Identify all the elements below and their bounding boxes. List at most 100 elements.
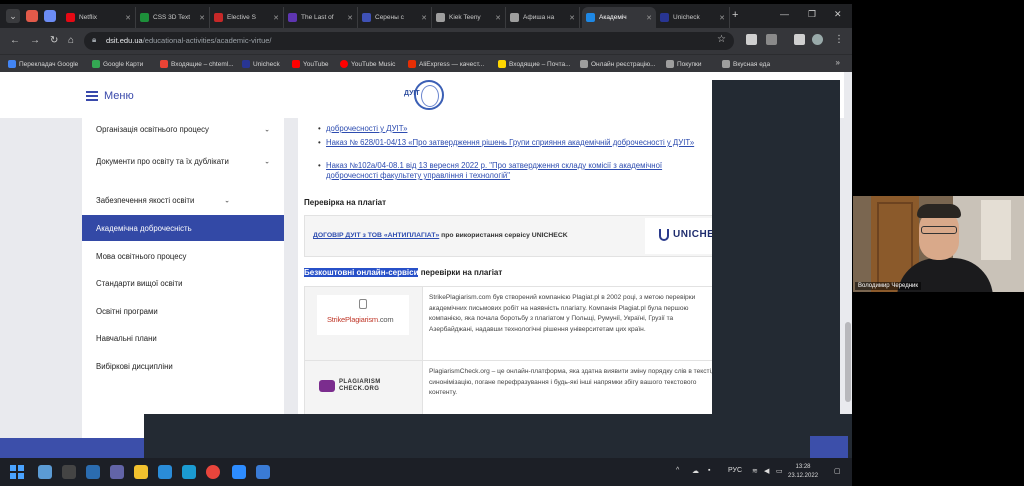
app-tray-icon[interactable]: ▪ <box>708 467 710 474</box>
bookmark[interactable]: Unicheck <box>242 58 280 70</box>
tab[interactable]: Афиша на ✕ <box>506 7 580 28</box>
tab-search-icon[interactable]: ⌄ <box>6 9 20 23</box>
contract-link[interactable]: ДОГОВІР ДУІТ з ТОВ «АНТИПЛАГІАТ» <box>313 232 439 239</box>
chrome-icon[interactable] <box>206 465 220 479</box>
tab[interactable]: Netflix ✕ <box>62 7 136 28</box>
task-view-icon[interactable] <box>62 465 76 479</box>
webcam-video: Володимир Чередник <box>853 196 1024 292</box>
unicheck-logo[interactable]: UNICHECK <box>645 218 712 254</box>
page-scrollbar[interactable] <box>844 72 852 458</box>
close-icon[interactable]: ✕ <box>273 14 279 22</box>
tab[interactable]: The Last of ✕ <box>284 7 358 28</box>
skype-icon[interactable] <box>182 465 196 479</box>
service-description: StrikePlagiarism.com був створений компа… <box>429 294 696 333</box>
plagiarismcheck-logo[interactable]: PLAGIARISM CHECK.ORG <box>319 379 381 393</box>
app-icon[interactable] <box>38 465 52 479</box>
bookmark[interactable]: YouTube <box>292 58 329 70</box>
sidebar-item-programs[interactable]: Освітні програми <box>82 306 284 317</box>
app-icon[interactable] <box>86 465 100 479</box>
bookmark[interactable]: Вкусная еда <box>722 58 770 70</box>
profile-avatar[interactable] <box>812 34 823 45</box>
volume-icon[interactable]: ◀ <box>764 467 769 475</box>
windows-start-icon[interactable] <box>10 465 24 479</box>
clock[interactable]: 13:28 23.12.2022 <box>788 463 818 481</box>
sidebar-item-organization[interactable]: Організація освітнього процесу ⌄ <box>82 124 284 135</box>
kebab-menu-icon[interactable]: ⋮ <box>834 34 844 45</box>
blue-strip <box>0 438 144 458</box>
screen: ⌄ Netflix ✕ CSS 3D Text ✕ Elective S ✕ The … <box>0 0 1024 486</box>
strikeplagiarism-logo[interactable]: StrikePlagiarism.com <box>317 295 409 335</box>
bookmark[interactable]: AliExpress — качест... <box>408 58 484 70</box>
menu-button[interactable]: Меню <box>104 90 134 102</box>
sidebar-item-academic-integrity[interactable]: Академічна доброчесність <box>82 215 284 241</box>
tab-bar: ⌄ Netflix ✕ CSS 3D Text ✕ Elective S ✕ The … <box>0 4 852 28</box>
restore-icon[interactable]: ❐ <box>808 9 816 20</box>
close-icon[interactable]: ✕ <box>125 14 131 22</box>
extension-icon[interactable] <box>766 34 777 45</box>
extension-icon[interactable] <box>746 34 757 45</box>
sidebar-item-quality[interactable]: Забезпечення якості освіти ⌄ <box>82 195 284 206</box>
close-icon[interactable]: ✕ <box>646 14 652 22</box>
battery-icon[interactable]: ▭ <box>776 467 783 475</box>
scrollbar-thumb[interactable] <box>845 322 851 402</box>
chevron-up-icon[interactable]: ^ <box>676 467 679 474</box>
tab[interactable]: Unicheck ✕ <box>656 7 730 28</box>
minimize-icon[interactable]: — <box>780 9 789 19</box>
bookmark-icon <box>242 60 250 68</box>
sidebar-item-language[interactable]: Мова освітнього процесу <box>82 251 284 262</box>
bookmark[interactable]: Входящие – Почта... <box>498 58 571 70</box>
home-icon[interactable]: ⌂ <box>68 35 74 46</box>
pinned-tab-icon[interactable] <box>26 10 38 22</box>
notification-icon[interactable]: ▢ <box>834 467 841 475</box>
close-window-icon[interactable]: ✕ <box>834 9 842 20</box>
bookmark[interactable]: Перекладач Google <box>8 58 78 70</box>
bookmarks-more-button[interactable]: » <box>836 58 840 67</box>
netflix-icon <box>66 13 75 22</box>
bookmark[interactable]: Покупки <box>666 58 701 70</box>
document-link[interactable]: Наказ № 628/01-04/13 «Про затвердження р… <box>318 138 712 148</box>
close-icon[interactable]: ✕ <box>495 14 501 22</box>
reload-icon[interactable]: ↻ <box>50 35 58 46</box>
tab[interactable]: Kiek Teeny ✕ <box>432 7 506 28</box>
forward-icon[interactable]: → <box>30 35 40 46</box>
tab-favicon-icon <box>586 13 595 22</box>
tab[interactable]: Серены с ✕ <box>358 7 432 28</box>
teams-icon[interactable] <box>110 465 124 479</box>
cloud-icon[interactable]: ☁ <box>692 467 699 475</box>
app-icon[interactable] <box>256 465 270 479</box>
bookmark-star-icon[interactable]: ☆ <box>717 34 726 45</box>
pinned-tab-icon[interactable] <box>44 10 56 22</box>
sidebar-item-electives[interactable]: Вибіркові дисципліни <box>82 361 284 372</box>
tab-active[interactable]: Академіч ✕ <box>582 7 656 28</box>
tab[interactable]: CSS 3D Text ✕ <box>136 7 210 28</box>
new-tab-button[interactable]: + <box>732 9 738 21</box>
close-icon[interactable]: ✕ <box>347 14 353 22</box>
sidebar-item-standards[interactable]: Стандарти вищої освіти <box>82 278 284 289</box>
bookmark[interactable]: YouTube Music <box>340 58 395 70</box>
zoom-icon[interactable] <box>232 465 246 479</box>
wifi-icon[interactable]: ≋ <box>752 467 758 475</box>
bookmarks-bar: Перекладач Google Google Карти Входящие … <box>0 54 852 72</box>
plagiarismcheck-icon <box>319 380 335 392</box>
hamburger-icon[interactable] <box>86 91 98 101</box>
close-icon[interactable]: ✕ <box>421 14 427 22</box>
app-icon[interactable] <box>158 465 172 479</box>
tab[interactable]: Elective S ✕ <box>210 7 284 28</box>
sidebar-item-plans[interactable]: Навчальні плани <box>82 333 284 344</box>
document-link[interactable]: доброчесності у ДУІТ» <box>318 124 712 134</box>
sidebar-item-documents[interactable]: Документи про освіту та їх дублікати ⌄ <box>82 156 284 167</box>
tab-favicon-icon <box>214 13 223 22</box>
file-explorer-icon[interactable] <box>134 465 148 479</box>
document-link[interactable]: Наказ №102а/04-08.1 від 13 вересня 2022 … <box>318 161 712 181</box>
language-indicator[interactable]: РУС <box>728 467 742 474</box>
bookmark[interactable]: Онлайн реєстрацію... <box>580 58 656 70</box>
close-icon[interactable]: ✕ <box>199 14 205 22</box>
close-icon[interactable]: ✕ <box>569 14 575 22</box>
bookmark[interactable]: Входящие – chteml... <box>160 58 234 70</box>
sidebar-icon[interactable] <box>794 34 805 45</box>
back-icon[interactable]: ← <box>10 35 20 46</box>
site-logo[interactable]: ДУІТ <box>402 80 446 110</box>
url-input[interactable]: 🔒︎ dsit.edu.ua/educational-activities/ac… <box>84 32 734 50</box>
bookmark[interactable]: Google Карти <box>92 58 143 70</box>
close-icon[interactable]: ✕ <box>719 14 725 22</box>
